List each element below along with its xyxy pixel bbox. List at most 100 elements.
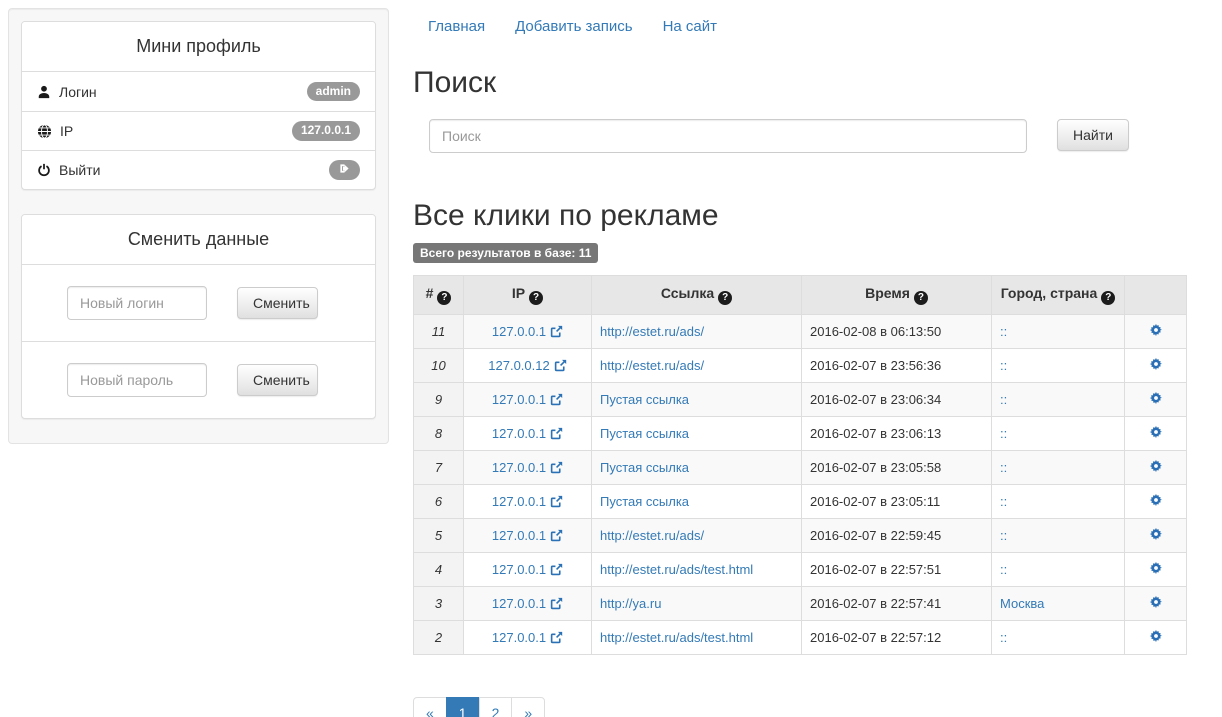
row-number: 8 [413,415,464,451]
pagination: « 1 2 » [413,696,546,717]
user-icon [37,85,51,99]
ip-link[interactable]: 127.0.0.1 [492,596,546,611]
row-number: 6 [413,483,464,519]
pagination-page-1[interactable]: 1 [445,696,480,717]
row-number: 7 [413,449,464,485]
profile-row-logout[interactable]: Выйти [22,150,375,189]
click-url-link[interactable]: http://ya.ru [600,596,661,611]
question-icon[interactable] [718,290,733,305]
city-link[interactable]: :: [1000,494,1007,509]
click-url-link[interactable]: http://estet.ru/ads/ [600,324,704,339]
nav-to-site[interactable]: На сайт [648,8,732,45]
mini-profile-panel: Мини профиль Логин admin IP 127.0.0.1 Вы… [21,21,376,190]
gear-icon [1149,425,1163,442]
city-link[interactable]: :: [1000,426,1007,441]
settings-button[interactable] [1149,629,1163,643]
ip-link[interactable]: 127.0.0.1 [492,460,546,475]
settings-button[interactable] [1149,595,1163,609]
ip-label: IP [60,123,74,139]
search-title: Поиск [413,66,497,99]
table-body: 11 127.0.0.1 http://estet.ru/ads/ 2016-0… [413,313,1187,655]
ip-link[interactable]: 127.0.0.12 [488,358,549,373]
click-url-link[interactable]: http://estet.ru/ads/ [600,528,704,543]
external-link-icon[interactable] [550,326,563,341]
ip-link[interactable]: 127.0.0.1 [492,562,546,577]
settings-button[interactable] [1149,323,1163,337]
row-number: 10 [413,347,464,383]
external-link-icon[interactable] [550,394,563,409]
settings-button[interactable] [1149,357,1163,371]
city-link[interactable]: :: [1000,630,1007,645]
profile-row-login: Логин admin [22,72,375,111]
total-results-label: Всего результатов в базе: 11 [413,243,599,264]
search-input[interactable] [429,119,1027,153]
city-link[interactable]: :: [1000,460,1007,475]
click-url-link[interactable]: Пустая ссылка [600,494,689,509]
click-url-link[interactable]: http://estet.ru/ads/test.html [600,562,753,577]
header-num: # [413,275,464,315]
ip-link[interactable]: 127.0.0.1 [492,528,546,543]
click-url-link[interactable]: Пустая ссылка [600,426,689,441]
settings-button[interactable] [1149,425,1163,439]
change-login-button[interactable]: Сменить [237,287,318,319]
question-icon[interactable] [437,290,452,305]
external-link-icon[interactable] [550,530,563,545]
pagination-page-2[interactable]: 2 [478,696,513,717]
row-number: 3 [413,585,464,621]
question-icon[interactable] [913,290,928,305]
city-link[interactable]: :: [1000,562,1007,577]
new-password-input[interactable] [67,363,207,397]
change-data-title: Сменить данные [22,215,375,265]
click-time: 2016-02-07 в 23:05:11 [801,483,992,519]
search-button[interactable]: Найти [1057,119,1129,151]
external-link-icon[interactable] [550,564,563,579]
settings-button[interactable] [1149,561,1163,575]
external-link-icon[interactable] [550,632,563,647]
header-time: Время [801,275,992,315]
settings-button[interactable] [1149,391,1163,405]
pagination-next[interactable]: » [511,696,546,717]
clicks-table: # IP Ссылка Время Город, страна 11 127.0… [413,275,1187,655]
external-link-icon[interactable] [550,598,563,613]
gear-icon [1149,527,1163,544]
external-link-icon[interactable] [550,428,563,443]
table-row: 3 127.0.0.1 http://ya.ru 2016-02-07 в 22… [413,585,1187,621]
logout-label: Выйти [59,162,101,178]
settings-button[interactable] [1149,527,1163,541]
click-url-link[interactable]: Пустая ссылка [600,392,689,407]
city-link[interactable]: :: [1000,324,1007,339]
nav-home[interactable]: Главная [413,8,500,45]
question-icon[interactable] [1101,290,1116,305]
logout-button[interactable] [329,159,360,181]
page: Мини профиль Логин admin IP 127.0.0.1 Вы… [0,0,1222,717]
click-url-link[interactable]: Пустая ссылка [600,460,689,475]
settings-button[interactable] [1149,459,1163,473]
external-link-icon[interactable] [550,462,563,477]
change-password-row: Сменить [22,341,375,418]
row-number: 2 [413,619,464,655]
new-login-input[interactable] [67,286,207,320]
results-title: Все клики по рекламе [413,199,719,232]
external-link-icon[interactable] [554,360,567,375]
city-link[interactable]: Москва [1000,596,1044,611]
click-time: 2016-02-07 в 23:56:36 [801,347,992,383]
city-link[interactable]: :: [1000,528,1007,543]
pagination-prev[interactable]: « [413,696,447,717]
external-link-icon[interactable] [550,496,563,511]
ip-link[interactable]: 127.0.0.1 [492,630,546,645]
ip-link[interactable]: 127.0.0.1 [492,392,546,407]
city-link[interactable]: :: [1000,392,1007,407]
login-label: Логин [59,83,97,100]
city-link[interactable]: :: [1000,358,1007,373]
ip-link[interactable]: 127.0.0.1 [492,426,546,441]
settings-button[interactable] [1149,493,1163,507]
ip-link[interactable]: 127.0.0.1 [492,324,546,339]
ip-link[interactable]: 127.0.0.1 [492,494,546,509]
login-badge: admin [306,81,360,102]
nav-add-record[interactable]: Добавить запись [500,8,648,45]
change-password-button[interactable]: Сменить [237,364,318,396]
table-row: 7 127.0.0.1 Пустая ссылка 2016-02-07 в 2… [413,449,1187,485]
click-url-link[interactable]: http://estet.ru/ads/test.html [600,630,753,645]
question-icon[interactable] [529,290,544,305]
click-url-link[interactable]: http://estet.ru/ads/ [600,358,704,373]
